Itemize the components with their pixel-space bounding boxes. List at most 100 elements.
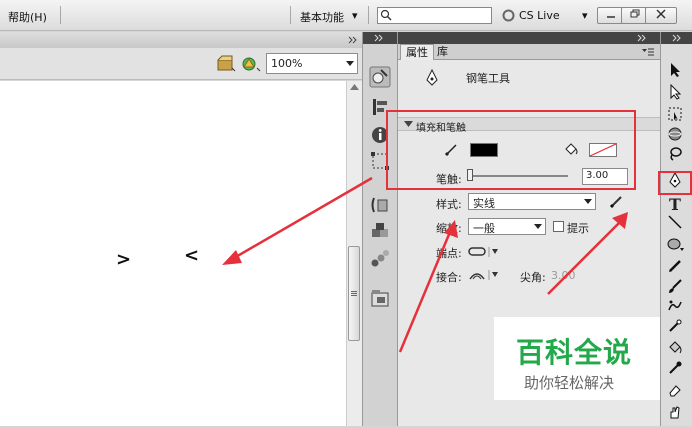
- miter-value[interactable]: 3.00: [551, 269, 576, 282]
- grip-line: [351, 291, 357, 292]
- chevron-down-icon[interactable]: ▾: [582, 9, 588, 22]
- deco-tool[interactable]: [664, 298, 686, 320]
- menu-separator: [368, 6, 369, 24]
- pen-tool-icon: [426, 68, 438, 86]
- eyedropper-tool[interactable]: [664, 360, 686, 382]
- watermark-subtitle: 助你轻松解决: [524, 374, 615, 392]
- deco-icon: [668, 300, 682, 311]
- scale-value: 一般: [473, 222, 495, 235]
- cap-label: 端点:: [436, 247, 462, 260]
- collapse-arrows-icon[interactable]: [636, 34, 652, 42]
- paint-bucket-icon: [669, 341, 682, 354]
- cs-live-button[interactable]: CS Live: [519, 9, 560, 22]
- arrow-icon: [671, 63, 680, 77]
- join-label: 接合:: [436, 271, 462, 284]
- close-icon: [656, 9, 666, 19]
- expand-arrows-icon[interactable]: [671, 34, 685, 42]
- brush-tool[interactable]: [664, 278, 686, 300]
- watermark: 百科全说 助你轻松解决: [494, 317, 660, 400]
- edit-symbol-icon[interactable]: [240, 54, 262, 74]
- highlight-box-fill-stroke: [386, 110, 636, 190]
- hand-icon: [670, 406, 680, 419]
- canvas-shape-left[interactable]: <: [184, 245, 199, 266]
- hand-tool[interactable]: [664, 404, 686, 426]
- scroll-up-icon[interactable]: [350, 84, 359, 90]
- search-input[interactable]: [377, 7, 492, 24]
- workspace-switcher[interactable]: 基本功能: [300, 9, 344, 25]
- eraser-tool[interactable]: [664, 382, 686, 404]
- motion-presets-icon[interactable]: [368, 194, 392, 218]
- text-tool[interactable]: T: [664, 194, 686, 216]
- swatches-panel-icon[interactable]: [368, 248, 392, 272]
- pencil-tool[interactable]: [664, 258, 686, 280]
- line-tool[interactable]: [664, 214, 686, 236]
- line-icon: [668, 215, 682, 229]
- menu-bar: 帮助(H) 基本功能 ▾ CS Live ▾: [0, 0, 692, 31]
- scale-label: 缩放:: [436, 222, 462, 235]
- watermark-title: 百科全说: [516, 336, 633, 369]
- free-transform-tool[interactable]: [664, 106, 686, 128]
- grip-line: [351, 295, 357, 296]
- zoom-value: 100%: [271, 57, 303, 70]
- vertical-scrollbar[interactable]: [346, 81, 362, 426]
- stage-canvas[interactable]: > <: [0, 81, 346, 426]
- collapse-arrows-icon[interactable]: [347, 35, 359, 45]
- eraser-icon: [669, 385, 681, 397]
- panel-menu-icon[interactable]: [642, 48, 654, 56]
- search-icon: [380, 9, 392, 21]
- chevron-down-icon: [534, 224, 542, 229]
- chevron-down-icon: [584, 199, 592, 204]
- style-label: 样式:: [436, 198, 462, 211]
- cs-live-icon: [502, 9, 515, 22]
- canvas-shape-right[interactable]: >: [116, 249, 131, 270]
- edit-stroke-style-icon[interactable]: [608, 194, 624, 210]
- pencil-icon: [669, 260, 681, 272]
- scale-select[interactable]: 一般: [468, 218, 546, 235]
- library-panel-icon[interactable]: [368, 288, 392, 312]
- oval-tool[interactable]: [664, 236, 686, 258]
- help-menu[interactable]: 帮助(H): [8, 9, 47, 25]
- paint-bucket-tool[interactable]: [664, 340, 686, 362]
- free-transform-icon: [668, 107, 682, 121]
- style-select[interactable]: 实线: [468, 193, 596, 210]
- eyedropper-icon: [669, 361, 682, 374]
- restore-button[interactable]: [621, 7, 648, 24]
- hint-label: 提示: [567, 222, 589, 235]
- chevron-down-icon[interactable]: ▾: [352, 9, 358, 22]
- hint-checkbox[interactable]: [553, 221, 564, 232]
- restore-icon: [630, 9, 639, 18]
- lasso-tool[interactable]: [664, 146, 686, 168]
- round-join-icon: [469, 270, 498, 280]
- menu-separator: [290, 6, 291, 24]
- zoom-select[interactable]: 100%: [266, 53, 358, 74]
- join-select[interactable]: [468, 269, 500, 281]
- tools-header: [661, 32, 692, 44]
- oval-icon: [667, 238, 684, 251]
- brush-icon: [669, 279, 682, 293]
- stage-header: [0, 32, 362, 48]
- bone-icon: [669, 319, 682, 332]
- minimize-button[interactable]: [597, 7, 624, 24]
- menu-separator: [60, 6, 61, 24]
- tool-name: 钢笔工具: [466, 72, 510, 85]
- chevron-down-icon: [346, 61, 354, 66]
- expand-arrows-icon[interactable]: [373, 34, 389, 42]
- minimize-icon: [606, 16, 615, 18]
- bone-tool[interactable]: [664, 318, 686, 340]
- components-panel-icon[interactable]: [368, 220, 392, 244]
- tab-library[interactable]: 库: [432, 44, 453, 60]
- selection-tool[interactable]: [664, 62, 686, 84]
- subselection-tool[interactable]: [664, 83, 686, 106]
- panel-tabs: 属性 库: [398, 44, 660, 60]
- miter-label: 尖角:: [520, 271, 546, 284]
- white-arrow-icon: [670, 83, 682, 100]
- properties-panel-icon[interactable]: [368, 66, 392, 90]
- highlight-box-pen-tool: [658, 171, 692, 195]
- 3d-rotation-tool[interactable]: [664, 126, 686, 148]
- close-button[interactable]: [645, 7, 677, 24]
- cap-select[interactable]: [468, 246, 500, 258]
- tab-properties[interactable]: 属性: [400, 44, 434, 60]
- panel-header: [398, 32, 660, 44]
- edit-scene-icon[interactable]: [216, 54, 236, 74]
- grip-line: [351, 293, 357, 294]
